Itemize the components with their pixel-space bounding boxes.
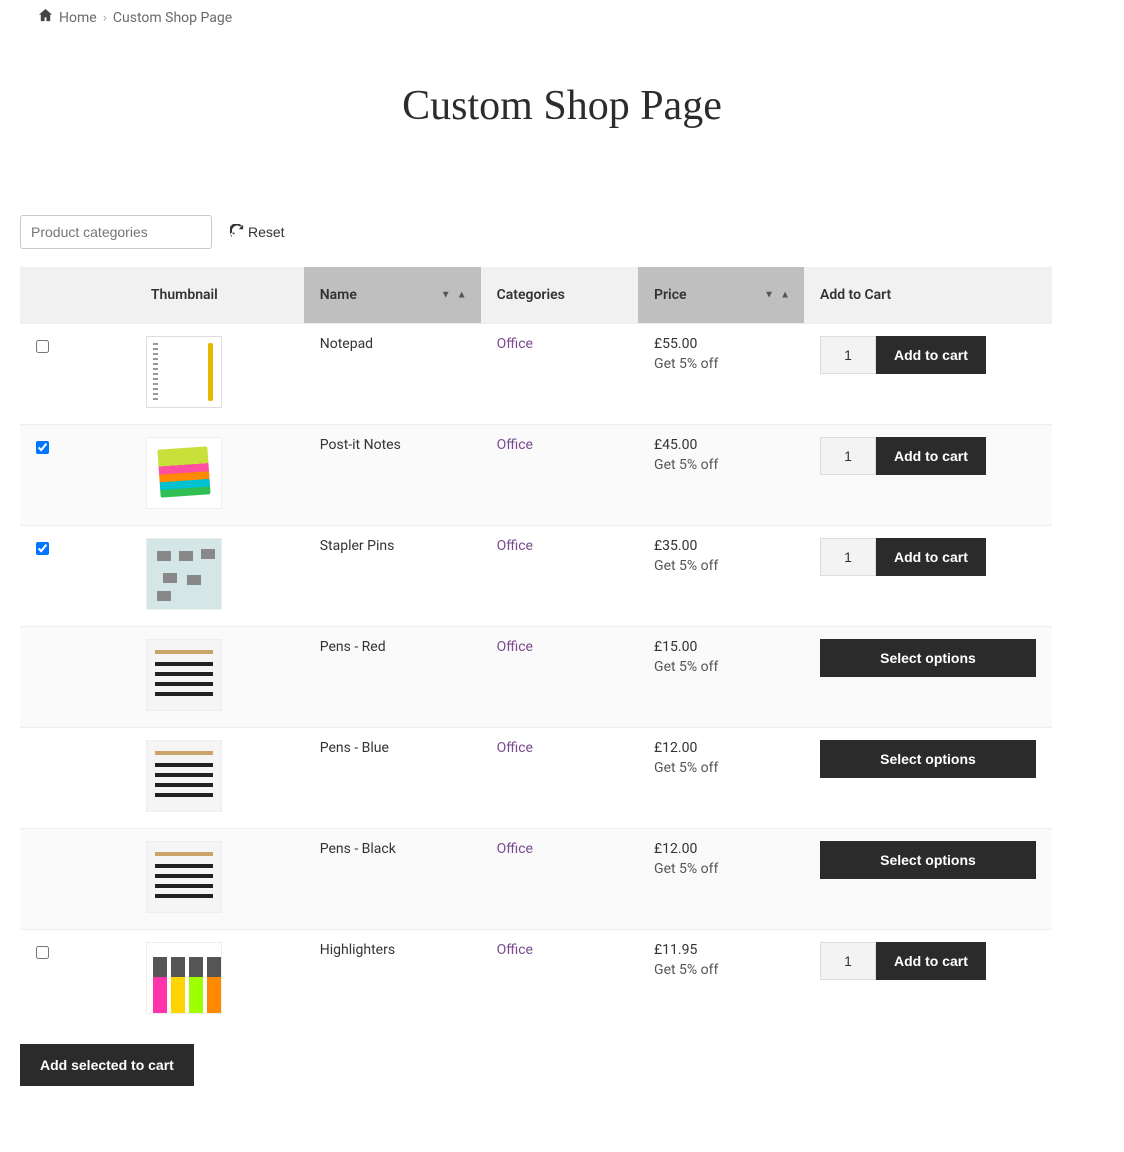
product-thumbnail[interactable]	[146, 942, 222, 1014]
discount-text: Get 5% off	[654, 861, 788, 877]
category-link[interactable]: Office	[497, 942, 533, 958]
product-thumbnail[interactable]	[146, 740, 222, 812]
product-thumbnail[interactable]	[146, 639, 222, 711]
row-select-checkbox[interactable]	[36, 441, 49, 454]
reset-label: Reset	[248, 224, 285, 240]
product-price: £55.00	[654, 336, 788, 352]
select-options-button[interactable]: Select options	[820, 841, 1036, 879]
table-row: Pens - Black Office £12.00 Get 5% off Select…	[20, 829, 1052, 930]
header-price[interactable]: Price ▼ ▲	[638, 267, 804, 324]
select-options-button[interactable]: Select options	[820, 639, 1036, 677]
refresh-icon	[230, 224, 244, 241]
sort-desc-icon: ▼	[764, 290, 774, 301]
add-selected-to-cart-button[interactable]: Add selected to cart	[20, 1044, 194, 1086]
table-row: Stapler Pins Office £35.00 Get 5% off Add to…	[20, 526, 1052, 627]
header-name[interactable]: Name ▼ ▲	[304, 267, 481, 324]
product-name[interactable]: Notepad	[320, 336, 373, 352]
discount-text: Get 5% off	[654, 659, 788, 675]
category-link[interactable]: Office	[497, 740, 533, 756]
select-options-button[interactable]: Select options	[820, 740, 1036, 778]
discount-text: Get 5% off	[654, 457, 788, 473]
category-link[interactable]: Office	[497, 437, 533, 453]
product-name[interactable]: Pens - Red	[320, 639, 386, 655]
product-name[interactable]: Highlighters	[320, 942, 395, 958]
sort-desc-icon: ▼	[441, 290, 451, 301]
table-row: Pens - Blue Office £12.00 Get 5% off Select …	[20, 728, 1052, 829]
header-categories: Categories	[481, 267, 638, 324]
home-icon	[38, 8, 53, 27]
product-name[interactable]: Stapler Pins	[320, 538, 395, 554]
product-categories-input[interactable]	[20, 215, 212, 249]
discount-text: Get 5% off	[654, 962, 788, 978]
add-to-cart-button[interactable]: Add to cart	[876, 336, 986, 374]
header-thumbnail: Thumbnail	[65, 267, 304, 324]
table-row: Pens - Red Office £15.00 Get 5% off Select o…	[20, 627, 1052, 728]
product-thumbnail[interactable]	[146, 336, 222, 408]
table-row: Notepad Office £55.00 Get 5% off Add to cart	[20, 324, 1052, 425]
row-select-checkbox[interactable]	[36, 946, 49, 959]
filter-toolbar: Reset	[20, 215, 1104, 267]
category-link[interactable]: Office	[497, 841, 533, 857]
product-thumbnail[interactable]	[146, 437, 222, 509]
quantity-input[interactable]	[820, 437, 876, 475]
category-link[interactable]: Office	[497, 336, 533, 352]
row-select-checkbox[interactable]	[36, 542, 49, 555]
discount-text: Get 5% off	[654, 356, 788, 372]
breadcrumb: Home › Custom Shop Page	[20, 0, 1104, 27]
breadcrumb-current: Custom Shop Page	[113, 10, 232, 26]
product-name[interactable]: Post-it Notes	[320, 437, 401, 453]
product-price: £11.95	[654, 942, 788, 958]
product-price: £45.00	[654, 437, 788, 453]
product-name[interactable]: Pens - Blue	[320, 740, 389, 756]
add-to-cart-button[interactable]: Add to cart	[876, 437, 986, 475]
product-price: £15.00	[654, 639, 788, 655]
quantity-input[interactable]	[820, 538, 876, 576]
product-thumbnail[interactable]	[146, 538, 222, 610]
product-price: £12.00	[654, 740, 788, 756]
page-title: Custom Shop Page	[20, 82, 1104, 130]
product-table: Thumbnail Name ▼ ▲ Categories Price ▼ ▲ …	[20, 267, 1052, 1030]
product-price: £12.00	[654, 841, 788, 857]
reset-button[interactable]: Reset	[230, 224, 285, 241]
header-checkbox	[20, 267, 65, 324]
sort-asc-icon: ▲	[457, 290, 467, 301]
table-row: Post-it Notes Office £45.00 Get 5% off Add t…	[20, 425, 1052, 526]
add-to-cart-button[interactable]: Add to cart	[876, 942, 986, 980]
quantity-input[interactable]	[820, 942, 876, 980]
product-thumbnail[interactable]	[146, 841, 222, 913]
category-link[interactable]: Office	[497, 639, 533, 655]
add-to-cart-button[interactable]: Add to cart	[876, 538, 986, 576]
breadcrumb-home[interactable]: Home	[59, 10, 97, 26]
header-add-to-cart: Add to Cart	[804, 267, 1052, 324]
category-link[interactable]: Office	[497, 538, 533, 554]
product-price: £35.00	[654, 538, 788, 554]
breadcrumb-separator: ›	[103, 10, 107, 26]
quantity-input[interactable]	[820, 336, 876, 374]
discount-text: Get 5% off	[654, 760, 788, 776]
sort-asc-icon: ▲	[780, 290, 790, 301]
row-select-checkbox[interactable]	[36, 340, 49, 353]
product-name[interactable]: Pens - Black	[320, 841, 396, 857]
discount-text: Get 5% off	[654, 558, 788, 574]
table-row: Highlighters Office £11.95 Get 5% off Add to…	[20, 930, 1052, 1031]
